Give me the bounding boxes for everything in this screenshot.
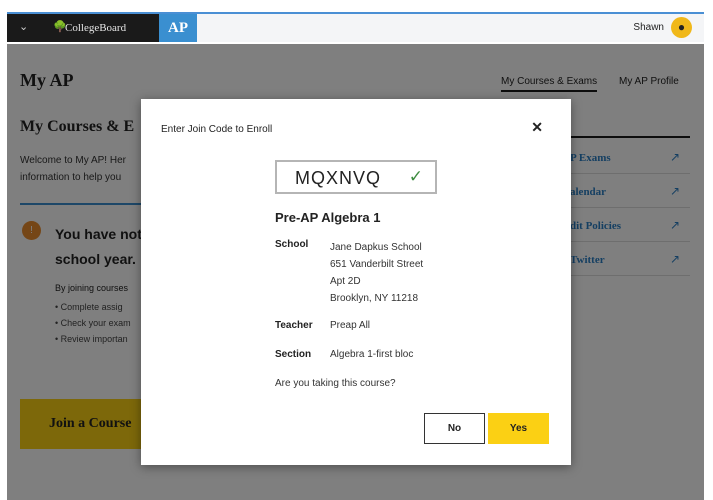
school-label: School: [275, 239, 309, 250]
teacher-value: Preap All: [330, 320, 371, 331]
address-line: Apt 2D: [330, 276, 361, 287]
address-line: Jane Dapkus School: [330, 242, 422, 253]
confirm-question: Are you taking this course?: [275, 378, 396, 389]
school-address: Jane Dapkus School 651 Vanderbilt Street…: [330, 239, 423, 307]
user-name[interactable]: Shawn: [633, 22, 664, 33]
teacher-label: Teacher: [275, 320, 313, 331]
check-icon: ✓: [408, 167, 423, 186]
no-button[interactable]: No: [424, 413, 485, 444]
brand-bar: ⌄ 🌳 CollegeBoard AP: [7, 14, 197, 42]
course-name: Pre-AP Algebra 1: [275, 210, 381, 225]
join-code-field[interactable]: MQXNVQ ✓: [275, 160, 437, 194]
collegeboard-logo[interactable]: CollegeBoard: [65, 22, 126, 34]
enroll-dialog: Enter Join Code to Enroll ✕ MQXNVQ ✓ Pre…: [141, 99, 571, 465]
top-bar: ⌄ 🌳 CollegeBoard AP Shawn ●: [7, 12, 704, 42]
yes-button[interactable]: Yes: [488, 413, 549, 444]
address-line: Brooklyn, NY 11218: [330, 293, 419, 304]
join-code-value[interactable]: MQXNVQ: [295, 168, 381, 189]
ap-logo[interactable]: AP: [159, 14, 197, 42]
user-icon[interactable]: ●: [671, 17, 692, 38]
section-value: Algebra 1-first bloc: [330, 349, 414, 360]
close-icon[interactable]: ✕: [531, 119, 543, 136]
dialog-title: Enter Join Code to Enroll: [161, 124, 273, 135]
address-line: 651 Vanderbilt Street: [330, 259, 424, 270]
section-label: Section: [275, 349, 312, 360]
chevron-down-icon[interactable]: ⌄: [19, 20, 28, 33]
